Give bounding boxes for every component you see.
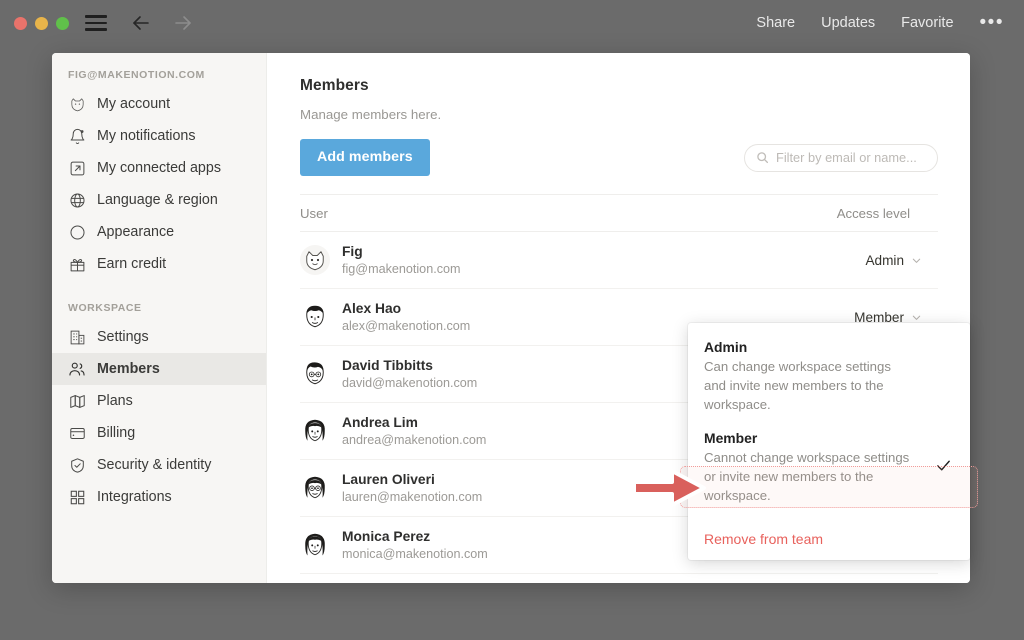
sidebar-item-label: Security & identity	[97, 457, 211, 473]
chevron-down-icon	[911, 255, 922, 266]
access-level-value: Admin	[865, 253, 904, 268]
navigation-arrows	[129, 11, 195, 35]
column-header-access-level: Access level	[788, 206, 938, 221]
remove-from-team-button[interactable]: Remove from team	[688, 519, 970, 560]
arrow-right-icon[interactable]	[171, 11, 195, 35]
check-icon	[935, 457, 952, 479]
building-icon	[68, 328, 86, 346]
sidebar-item-label: Members	[97, 361, 160, 377]
minimize-window-button[interactable]	[35, 17, 48, 30]
map-icon	[68, 392, 86, 410]
member-name: Fig	[342, 243, 788, 260]
sidebar-item-billing[interactable]: Billing	[52, 417, 266, 449]
shield-check-icon	[68, 456, 86, 474]
gift-icon	[68, 255, 86, 273]
sidebar-item-my-connected-apps[interactable]: My connected apps	[52, 152, 266, 184]
chevron-down-icon	[911, 312, 922, 323]
alex-avatar	[300, 302, 330, 332]
fig-dog-avatar	[300, 245, 330, 275]
grid-icon	[68, 488, 86, 506]
menu-item-title: Member	[704, 428, 954, 448]
updates-button[interactable]: Updates	[821, 15, 875, 31]
moon-icon	[68, 223, 86, 241]
sidebar-item-earn-credit[interactable]: Earn credit	[52, 248, 266, 280]
share-button[interactable]: Share	[756, 15, 795, 31]
screen: Share Updates Favorite ••• FIG@MAKENOTIO…	[0, 0, 1024, 640]
sidebar-item-label: Settings	[97, 329, 149, 345]
more-options-icon[interactable]: •••	[980, 18, 1004, 28]
sidebar-item-label: Earn credit	[97, 256, 166, 272]
window-controls	[14, 17, 69, 30]
sidebar-item-members[interactable]: Members	[52, 353, 266, 385]
fig-avatar-icon	[68, 95, 86, 113]
members-toolbar: Add members Filter by email or name...	[300, 139, 938, 176]
member-name: Alex Hao	[342, 300, 788, 317]
bell-icon	[68, 127, 86, 145]
settings-sidebar: FIG@MAKENOTION.COM My account	[52, 53, 267, 583]
sidebar-item-label: Billing	[97, 425, 135, 441]
add-members-button[interactable]: Add members	[300, 139, 430, 176]
menu-item-member[interactable]: Member Cannot change workspace settings …	[688, 422, 970, 513]
external-link-icon	[68, 159, 86, 177]
table-row[interactable]: Fig fig@makenotion.com Admin	[300, 232, 938, 289]
member-email: fig@makenotion.com	[342, 261, 788, 278]
menu-item-title: Admin	[704, 337, 954, 357]
close-window-button[interactable]	[14, 17, 27, 30]
favorite-button[interactable]: Favorite	[901, 15, 953, 31]
search-icon	[756, 151, 769, 164]
andrea-avatar	[300, 416, 330, 446]
sidebar-item-plans[interactable]: Plans	[52, 385, 266, 417]
sidebar-item-label: Integrations	[97, 489, 172, 505]
sidebar-account-section-label: FIG@MAKENOTION.COM	[52, 69, 266, 88]
menu-item-description: Can change workspace settings and invite…	[704, 357, 954, 414]
titlebar-actions: Share Updates Favorite •••	[756, 15, 1004, 31]
sidebar-item-label: My connected apps	[97, 160, 221, 176]
members-search-field[interactable]: Filter by email or name...	[744, 144, 938, 172]
globe-icon	[68, 191, 86, 209]
people-icon	[68, 360, 86, 378]
sidebar-item-label: My notifications	[97, 128, 196, 144]
page-title: Members	[300, 77, 938, 95]
sidebar-item-my-account[interactable]: My account	[52, 88, 266, 120]
sidebar-item-integrations[interactable]: Integrations	[52, 481, 266, 513]
column-header-user: User	[300, 206, 788, 221]
maximize-window-button[interactable]	[56, 17, 69, 30]
access-level-menu: Admin Can change workspace settings and …	[688, 323, 970, 560]
sidebar-workspace-section-label: WORKSPACE	[52, 280, 266, 321]
members-table-header: User Access level	[300, 194, 938, 232]
sidebar-item-language-region[interactable]: Language & region	[52, 184, 266, 216]
arrow-left-icon[interactable]	[129, 11, 153, 35]
member-identity: Fig fig@makenotion.com	[342, 243, 788, 278]
menu-item-description: Cannot change workspace settings or invi…	[704, 448, 954, 505]
access-level-dropdown[interactable]: Admin	[788, 253, 938, 268]
sidebar-item-my-notifications[interactable]: My notifications	[52, 120, 266, 152]
sidebar-item-label: Appearance	[97, 224, 174, 240]
lauren-avatar	[300, 473, 330, 503]
sidebar-item-appearance[interactable]: Appearance	[52, 216, 266, 248]
hamburger-icon[interactable]	[85, 15, 107, 31]
sidebar-item-label: Language & region	[97, 192, 218, 208]
sidebar-item-settings[interactable]: Settings	[52, 321, 266, 353]
menu-item-admin[interactable]: Admin Can change workspace settings and …	[688, 331, 970, 422]
credit-card-icon	[68, 424, 86, 442]
search-placeholder: Filter by email or name...	[776, 150, 917, 165]
sidebar-item-label: My account	[97, 96, 170, 112]
window-titlebar: Share Updates Favorite •••	[0, 0, 1024, 46]
david-avatar	[300, 359, 330, 389]
sidebar-item-security-identity[interactable]: Security & identity	[52, 449, 266, 481]
monica-avatar	[300, 530, 330, 560]
page-subtitle: Manage members here.	[300, 107, 938, 122]
sidebar-item-label: Plans	[97, 393, 133, 409]
